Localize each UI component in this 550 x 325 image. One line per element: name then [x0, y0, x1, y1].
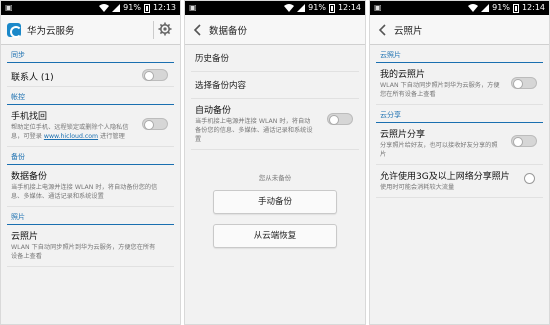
backup-label: 数据备份 — [11, 171, 48, 182]
screen-cloud-service: ▣ 91% 12:13 华为云服务 同步 联系人 (1) 帐控 手机找回 帮助定… — [0, 0, 181, 325]
screen-data-backup: ▣ 91% 12:14 数据备份 历史备份 选择备份内容 自动备份 当手机接上电… — [184, 0, 366, 325]
auto-backup-desc: 当手机接上电源并连接 WLAN 时，将自动备份您的信息、多媒体、通话记录和系统设… — [195, 118, 313, 143]
auto-backup-label: 自动备份 — [195, 106, 232, 116]
wifi-icon — [468, 4, 479, 12]
contacts-label: 联系人 (1) — [11, 73, 54, 83]
back-icon[interactable] — [376, 22, 388, 38]
page-title: 云照片 — [394, 25, 423, 37]
signal-icon — [112, 4, 121, 12]
battery-icon — [328, 3, 335, 13]
manual-backup-button[interactable]: 手动备份 — [213, 189, 337, 214]
photo-share-toggle[interactable] — [511, 134, 537, 147]
mobile-data-share-label: 允许使用3G及以上网络分享照片 — [380, 171, 510, 182]
cloud-photos-row[interactable]: 云照片 WLAN 下自动同步照片到华为云服务，方便您在所有设备上查看 — [7, 225, 174, 267]
never-backed-up-note: 您从未备份 — [258, 173, 292, 182]
section-header-cloud-share: 云分享 — [376, 105, 543, 123]
auto-backup-toggle[interactable] — [327, 113, 353, 125]
wifi-icon — [284, 4, 295, 12]
screen-cloud-photos: ▣ 91% 12:14 云照片 云照片 我的云照片 WLAN 下自动同步照片到华… — [369, 0, 550, 325]
battery-percent: 91% — [308, 3, 326, 12]
my-cloud-photos-row[interactable]: 我的云照片 WLAN 下自动同步照片到华为云服务，方便您在所有设备上查看 — [376, 63, 543, 105]
battery-percent: 91% — [123, 3, 141, 12]
mobile-data-share-checkbox[interactable] — [524, 172, 535, 184]
my-cloud-photos-toggle[interactable] — [511, 77, 537, 89]
cloud-app-icon — [7, 22, 22, 38]
history-backup-item[interactable]: 历史备份 — [191, 45, 359, 72]
signal-icon — [297, 4, 306, 12]
hicloud-link[interactable]: www.hicloud.com — [44, 133, 98, 140]
status-bar: ▣ 91% 12:14 — [185, 1, 365, 15]
page-title: 华为云服务 — [27, 25, 75, 37]
photo-share-label: 云照片分享 — [380, 129, 426, 140]
wifi-icon — [99, 4, 110, 12]
auto-backup-row[interactable]: 自动备份 当手机接上电源并连接 WLAN 时，将自动备份您的信息、多媒体、通话记… — [191, 99, 359, 150]
mobile-data-share-desc: 使用时可能会消耗较大流量 — [380, 183, 455, 191]
notification-icon: ▣ — [374, 3, 382, 12]
status-time: 12:13 — [152, 3, 176, 12]
back-icon[interactable] — [191, 22, 203, 38]
status-bar: ▣ 91% 12:13 — [1, 1, 180, 15]
status-time: 12:14 — [521, 3, 545, 12]
battery-icon — [512, 3, 519, 13]
contacts-toggle[interactable] — [142, 69, 168, 81]
section-header-backup: 备份 — [7, 147, 174, 165]
app-bar: 华为云服务 — [1, 15, 180, 45]
my-cloud-photos-label: 我的云照片 — [380, 70, 426, 80]
find-phone-row[interactable]: 手机找回 帮助定位手机、远程锁定或删除个人隐私信息，可登录 www.hiclou… — [7, 105, 174, 147]
backup-desc: 当手机接上电源并连接 WLAN 时，将自动备份您的信息、多媒体、通话记录和系统设… — [11, 183, 158, 200]
photo-share-desc: 分享照片给好友，也可以接收好友分享的照片 — [380, 141, 498, 158]
restore-from-cloud-button[interactable]: 从云端恢复 — [213, 223, 337, 248]
app-bar: 云照片 — [370, 15, 549, 45]
app-bar: 数据备份 — [185, 15, 365, 45]
page-title: 数据备份 — [209, 25, 248, 37]
status-time: 12:14 — [337, 3, 361, 12]
mobile-data-share-row[interactable]: 允许使用3G及以上网络分享照片 使用时可能会消耗较大流量 — [376, 165, 543, 198]
choose-content-item[interactable]: 选择备份内容 — [191, 72, 359, 99]
section-header-sync: 同步 — [7, 45, 174, 63]
section-header-cloud-photos: 云照片 — [376, 45, 543, 63]
contacts-row[interactable]: 联系人 (1) — [7, 63, 174, 87]
find-phone-label: 手机找回 — [11, 112, 48, 122]
battery-percent: 91% — [492, 3, 510, 12]
notification-icon: ▣ — [5, 3, 13, 12]
battery-icon — [143, 3, 150, 13]
find-phone-toggle[interactable] — [142, 118, 168, 130]
my-cloud-photos-desc: WLAN 下自动同步照片到华为云服务，方便您在所有设备上查看 — [380, 82, 500, 98]
status-bar: ▣ 91% 12:14 — [370, 1, 549, 15]
cloud-photos-label: 云照片 — [11, 231, 39, 242]
cloud-photos-desc: WLAN 下自动同步照片到华为云服务，方便您在所有设备上查看 — [11, 243, 156, 260]
section-header-account: 帐控 — [7, 87, 174, 105]
notification-icon: ▣ — [189, 3, 197, 12]
photo-share-row[interactable]: 云照片分享 分享照片给好友，也可以接收好友分享的照片 — [376, 123, 543, 165]
gear-icon[interactable] — [158, 22, 172, 36]
backup-row[interactable]: 数据备份 当手机接上电源并连接 WLAN 时，将自动备份您的信息、多媒体、通话记… — [7, 165, 174, 207]
section-header-photos: 照片 — [7, 207, 174, 225]
signal-icon — [481, 4, 490, 12]
find-phone-desc: 帮助定位手机、远程锁定或删除个人隐私信息，可登录 www.hicloud.com… — [11, 124, 129, 140]
